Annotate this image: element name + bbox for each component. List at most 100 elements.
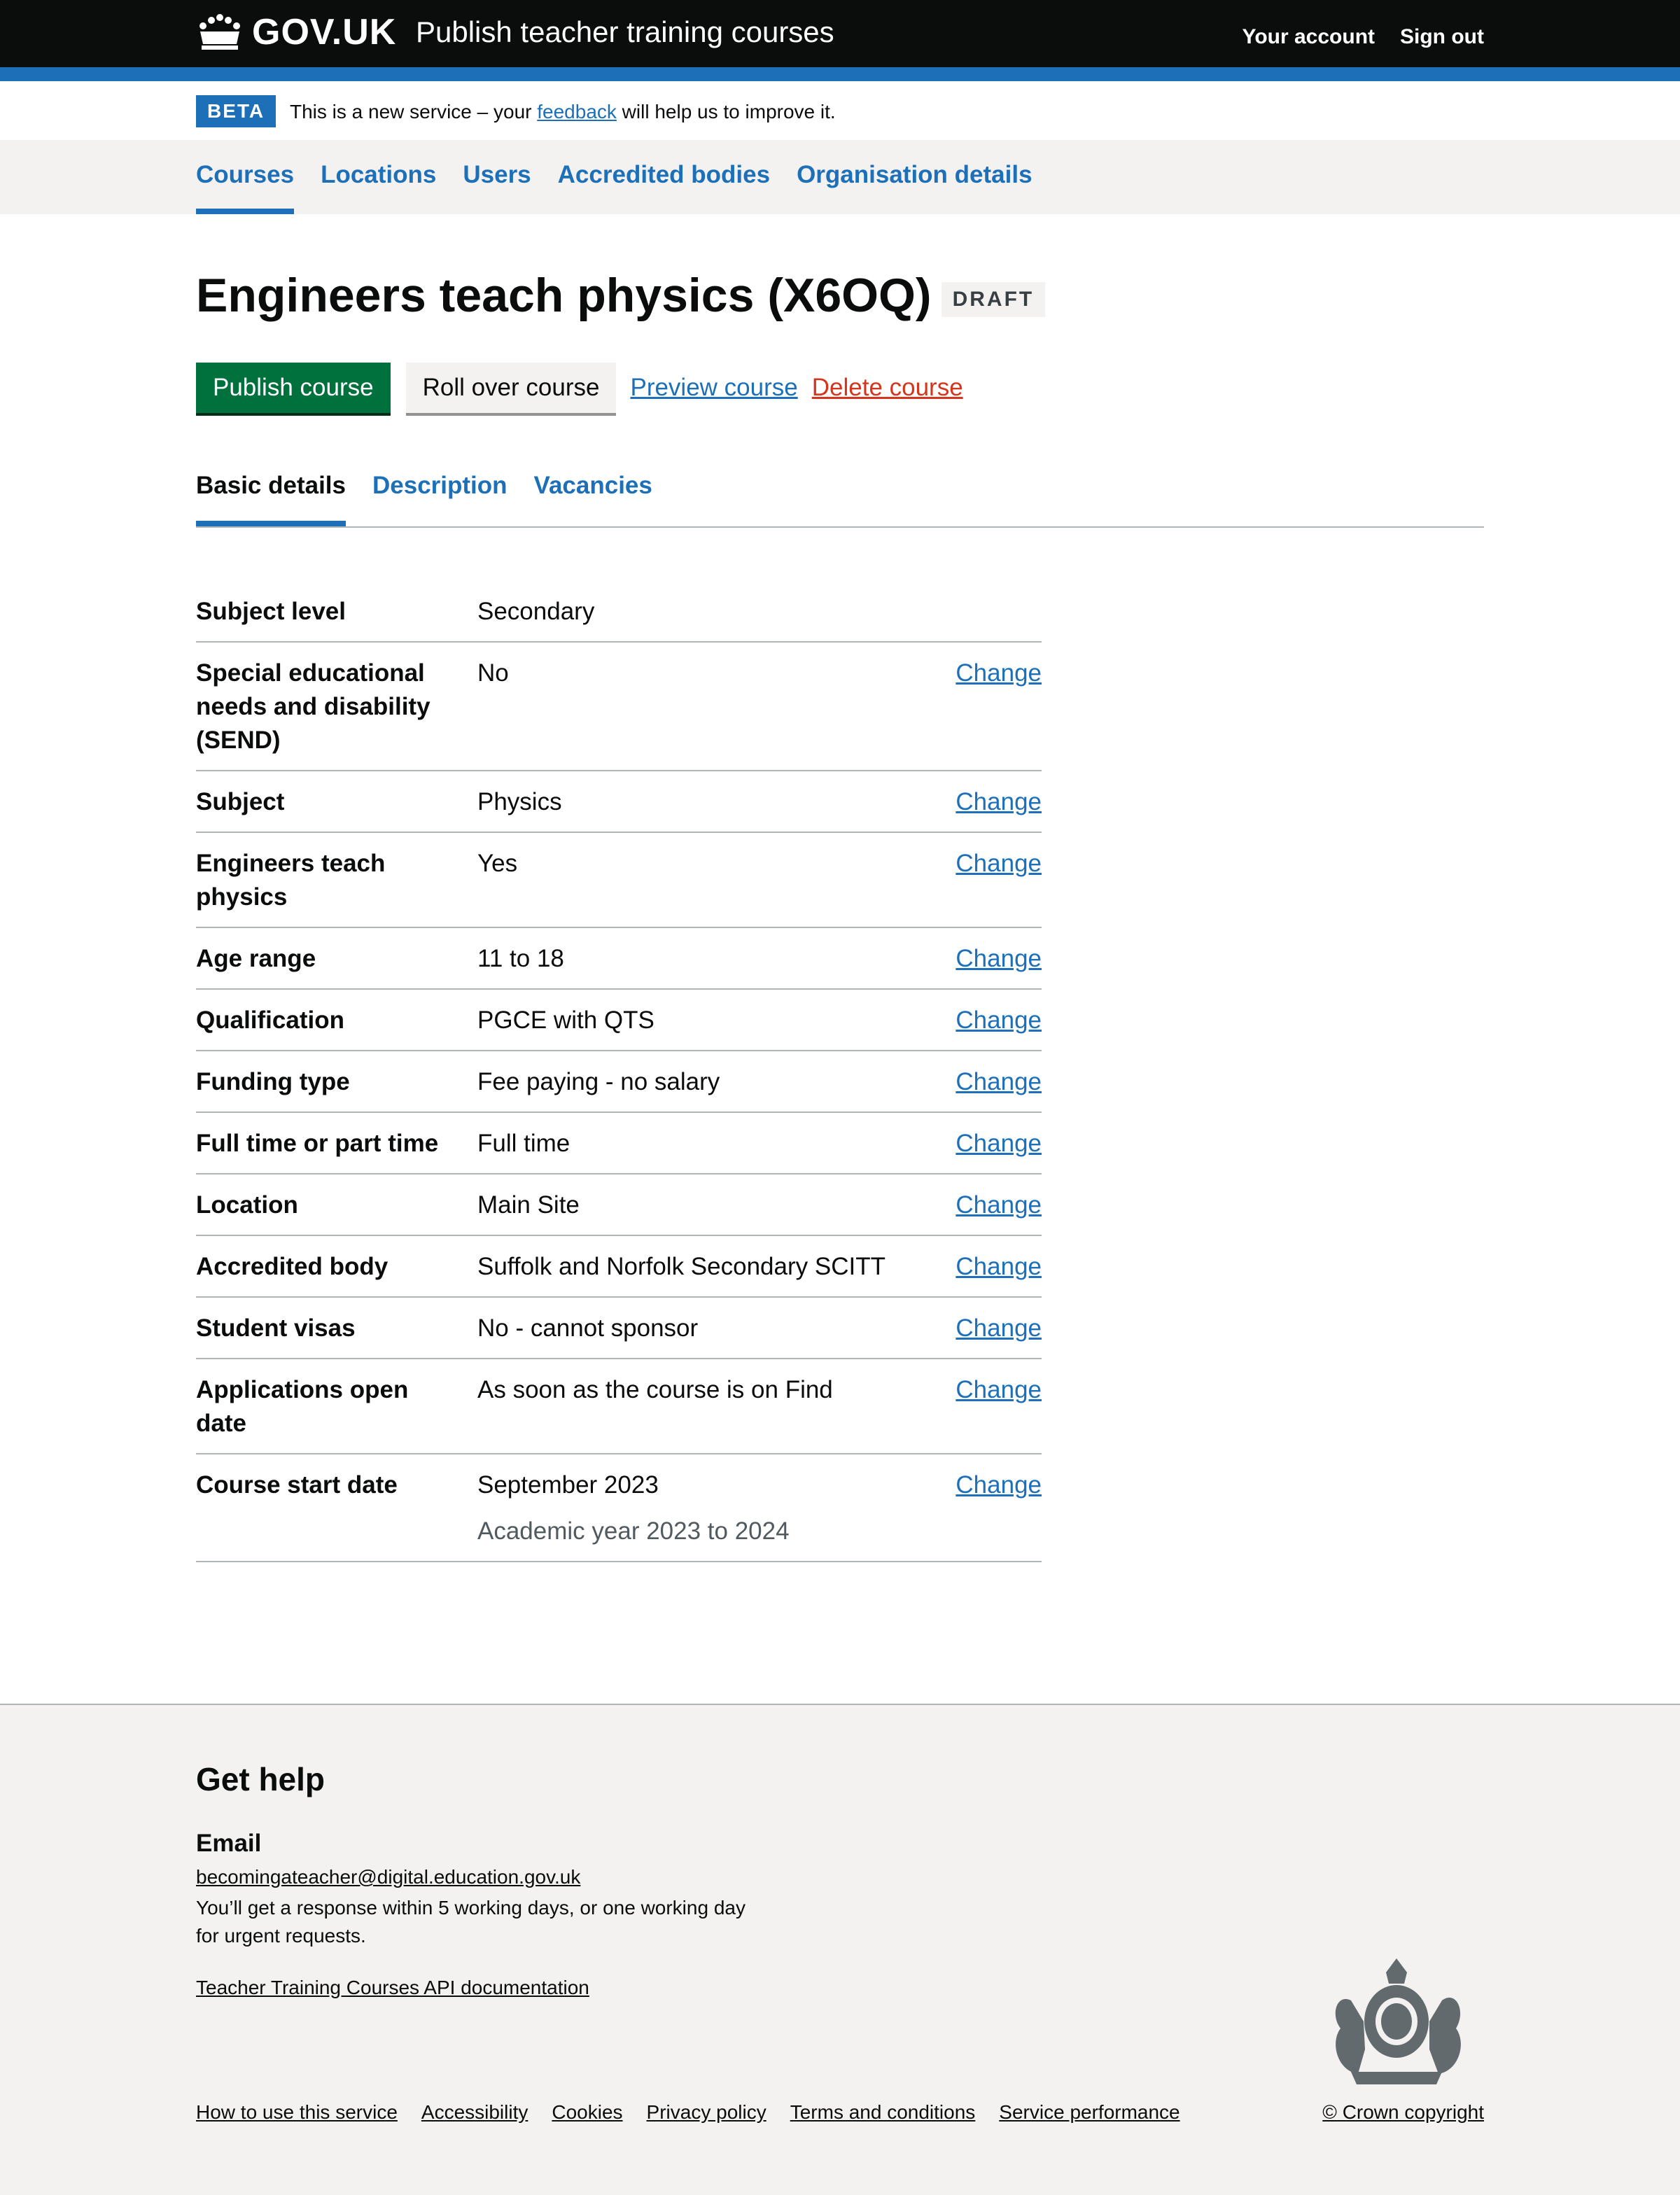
publish-course-button[interactable]: Publish course [196,363,391,413]
summary-row-subject-level: Subject level Secondary [196,581,1042,643]
beta-text: This is a new service – your feedback wi… [290,98,836,126]
footer-email-heading: Email [196,1830,262,1857]
summary-value: Physics [477,788,562,815]
summary-key: Age range [196,945,316,972]
summary-value: Yes [477,850,518,877]
summary-row-location: Location Main Site Change [196,1174,1042,1236]
footer-heading: Get help [196,1761,326,1797]
service-name[interactable]: Publish teacher training courses [416,15,834,49]
phase-banner: BETA This is a new service – your feedba… [0,81,1680,140]
summary-row-applications-open: Applications open date As soon as the co… [196,1359,1042,1454]
support-email-link[interactable]: becomingateacher@digital.education.gov.u… [196,1866,756,1888]
summary-key: Engineers teach physics [196,850,386,911]
change-applications-open-link[interactable]: Change [939,1373,1042,1440]
govuk-logo-text: GOV.UK [252,12,397,52]
summary-value: Secondary [477,598,595,625]
summary-key: Special educational needs and disability… [196,659,430,754]
response-time-text: You’ll get a response within 5 working d… [196,1897,746,1947]
change-location-link[interactable]: Change [939,1188,1042,1222]
nav-locations[interactable]: Locations [321,161,436,214]
change-send-link[interactable]: Change [939,657,1042,757]
change-engineers-teach-physics-link[interactable]: Change [939,847,1042,914]
footer-link-accessibility[interactable]: Accessibility [421,2101,528,2124]
change-funding-type-link[interactable]: Change [939,1065,1042,1099]
summary-key: Funding type [196,1068,350,1095]
course-actions: Publish course Roll over course Preview … [196,363,963,413]
summary-key: Subject [196,788,285,815]
summary-value: No [477,659,509,687]
feedback-link[interactable]: feedback [537,101,617,122]
tab-basic-details[interactable]: Basic details [196,472,346,526]
summary-row-send: Special educational needs and disability… [196,643,1042,771]
footer-links: How to use this service Accessibility Co… [196,2101,1180,2124]
footer-link-performance[interactable]: Service performance [999,2101,1180,2124]
summary-key: Qualification [196,1007,344,1034]
summary-key: Applications open date [196,1376,409,1437]
header-navigation: Your account Sign out [1242,25,1484,49]
tab-vacancies[interactable]: Vacancies [534,472,652,526]
summary-key: Course start date [196,1471,398,1499]
your-account-link[interactable]: Your account [1242,25,1375,49]
api-documentation-link[interactable]: Teacher Training Courses API documentati… [196,1977,756,1999]
delete-course-link[interactable]: Delete course [812,374,963,402]
govuk-logo-link[interactable]: GOV.UK [196,11,396,53]
nav-courses[interactable]: Courses [196,161,295,214]
summary-change-empty [939,595,1042,629]
footer-link-cookies[interactable]: Cookies [552,2101,622,2124]
summary-value: Fee paying - no salary [477,1068,720,1095]
summary-value: September 2023 [477,1471,659,1499]
course-summary-list: Subject level Secondary Special educatio… [196,581,1042,1562]
summary-value: As soon as the course is on Find [477,1376,833,1403]
primary-navigation: Courses Locations Users Accredited bodie… [0,140,1680,214]
footer-link-how-to-use[interactable]: How to use this service [196,2101,398,2124]
summary-row-funding-type: Funding type Fee paying - no salary Chan… [196,1051,1042,1113]
crown-icon [200,14,240,50]
summary-value: Full time [477,1130,570,1157]
roll-over-course-button[interactable]: Roll over course [405,363,617,413]
summary-row-course-start-date: Course start date September 2023 Academi… [196,1454,1042,1562]
change-study-mode-link[interactable]: Change [939,1127,1042,1160]
summary-key: Subject level [196,598,346,625]
summary-key: Student visas [196,1314,356,1342]
summary-key: Accredited body [196,1253,388,1280]
preview-course-link[interactable]: Preview course [630,374,797,402]
footer-link-privacy[interactable]: Privacy policy [647,2101,766,2124]
page-title: Engineers teach physics (X6OQ) [196,269,932,322]
beta-text-after: will help us to improve it. [616,101,836,122]
summary-row-qualification: Qualification PGCE with QTS Change [196,990,1042,1051]
summary-row-subject: Subject Physics Change [196,771,1042,833]
change-accredited-body-link[interactable]: Change [939,1250,1042,1284]
summary-value: Main Site [477,1191,580,1219]
change-age-range-link[interactable]: Change [939,942,1042,976]
tab-description[interactable]: Description [372,472,507,526]
beta-text-before: This is a new service – your [290,101,538,122]
footer-link-terms[interactable]: Terms and conditions [790,2101,976,2124]
nav-accredited-bodies[interactable]: Accredited bodies [558,161,770,214]
change-subject-link[interactable]: Change [939,785,1042,819]
header-blue-bar [0,67,1680,81]
course-tabs: Basic details Description Vacancies [196,472,1484,528]
summary-row-age-range: Age range 11 to 18 Change [196,928,1042,990]
sign-out-link[interactable]: Sign out [1400,25,1484,49]
status-badge: DRAFT [941,282,1046,317]
summary-value-with-hint: September 2023 Academic year 2023 to 202… [477,1468,939,1548]
crown-copyright-link[interactable]: © Crown copyright [1322,2101,1484,2124]
summary-value: No - cannot sponsor [477,1314,699,1342]
summary-key: Location [196,1191,298,1219]
summary-key: Full time or part time [196,1130,439,1157]
royal-coat-of-arms-icon [1335,1958,1461,2084]
footer: Get help Email becomingateacher@digital.… [0,1704,1680,2195]
summary-hint: Academic year 2023 to 2024 [477,1517,790,1545]
summary-value: PGCE with QTS [477,1007,654,1034]
page-heading: Engineers teach physics (X6OQ) DRAFT [196,267,1046,323]
change-start-date-link[interactable]: Change [939,1468,1042,1548]
summary-row-engineers-teach-physics: Engineers teach physics Yes Change [196,833,1042,928]
change-student-visas-link[interactable]: Change [939,1312,1042,1345]
summary-row-study-mode: Full time or part time Full time Change [196,1113,1042,1174]
nav-organisation-details[interactable]: Organisation details [797,161,1032,214]
summary-value: Suffolk and Norfolk Secondary SCITT [477,1253,886,1280]
govuk-header: GOV.UK Publish teacher training courses … [0,0,1680,67]
nav-users[interactable]: Users [463,161,531,214]
change-qualification-link[interactable]: Change [939,1004,1042,1037]
summary-row-accredited-body: Accredited body Suffolk and Norfolk Seco… [196,1236,1042,1298]
